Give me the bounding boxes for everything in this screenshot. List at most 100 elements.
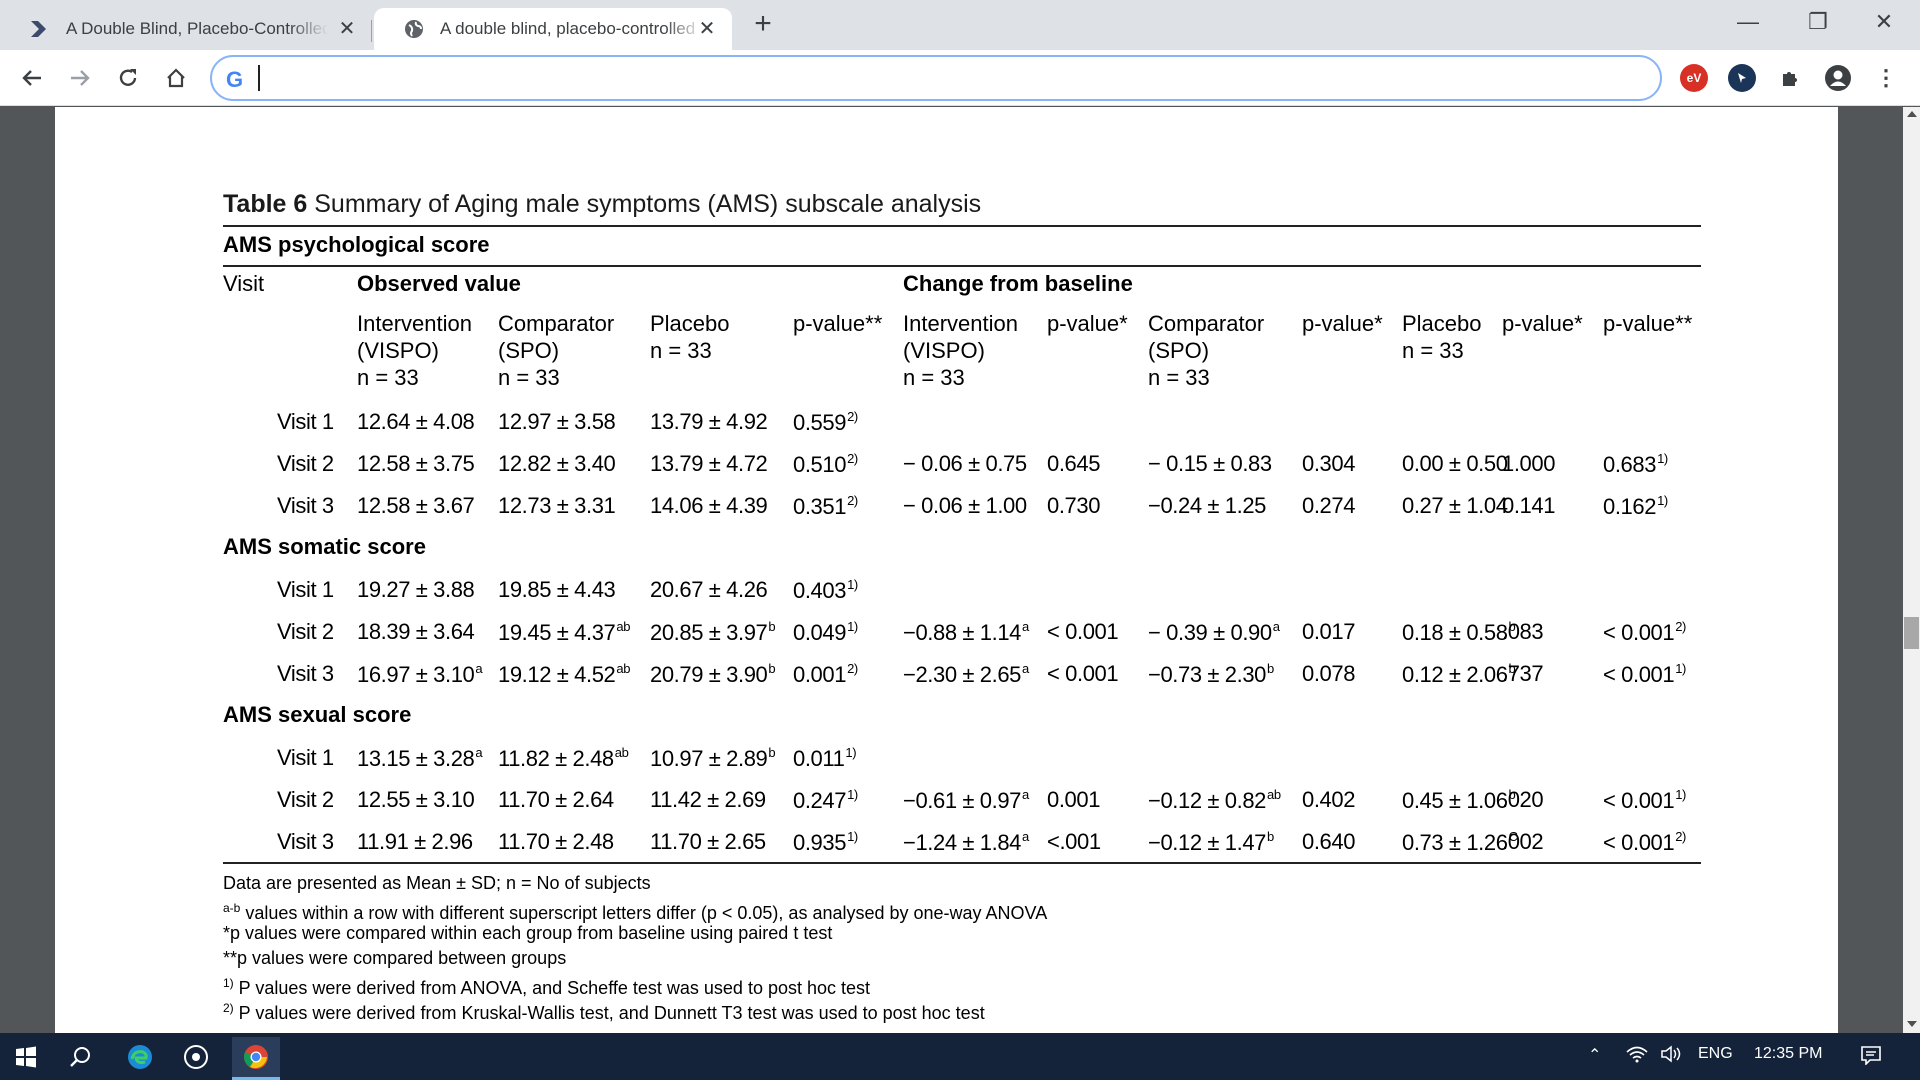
globe-icon [402,17,426,41]
close-window-button[interactable]: ✕ [1862,6,1906,38]
pdf-viewer[interactable]: Table 6 Summary of Aging male symptoms (… [0,107,1920,1033]
cell-value: − 0.39 ± 0.90 [1148,620,1272,645]
cell-superscript: 1) [847,787,858,802]
edge-icon[interactable] [116,1037,164,1077]
table-cell: < 0.0012) [1603,619,1686,646]
cell-value: 0.683 [1603,452,1657,477]
cell-superscript: 1) [1675,661,1686,676]
footnote-text: *p values were compared within each grou… [223,923,833,943]
table-title: Table 6 Summary of Aging male symptoms (… [223,190,981,219]
extension-ev-icon[interactable]: eV [1680,64,1708,92]
cell-value: 19.45 ± 4.37 [498,620,616,645]
menu-kebab-icon[interactable]: ⋮ [1872,64,1900,92]
table-cell: 12.82 ± 3.40 [498,451,616,477]
cell-value: −2.30 ± 2.65 [903,662,1021,687]
restore-button[interactable]: ❐ [1796,6,1840,38]
cell-value: 0.640 [1302,829,1356,854]
new-tab-button[interactable]: + [748,9,778,40]
table-cell: 0.645 [1047,451,1100,477]
table-cell: 0.304 [1302,451,1355,477]
table-cell: < 0.0011) [1603,661,1686,688]
table-cell: − 0.15 ± 0.83 [1148,451,1272,477]
extension-cursor-icon[interactable] [1728,64,1756,92]
vertical-scrollbar[interactable] [1903,107,1920,1033]
cell-superscript: a [1272,619,1280,634]
clock[interactable]: 12:35 PM [1754,1045,1822,1063]
chevron-up-icon[interactable]: ⌃ [1588,1045,1601,1065]
visit-label: Visit 2 [277,451,334,477]
cell-value: 11.91 ± 2.96 [357,829,473,854]
table-number: Table 6 [223,190,308,218]
cell-superscript: 1) [1657,451,1668,466]
cell-superscript: 2) [847,451,858,466]
chrome-icon[interactable] [232,1037,280,1077]
cell-value: 0.18 ± 0.58 [1402,620,1508,645]
profile-avatar-icon[interactable] [1824,64,1852,92]
cell-value: 10.97 ± 2.89 [650,746,768,771]
cell-value: −0.24 ± 1.25 [1148,493,1266,518]
language-indicator[interactable]: ENG [1698,1045,1733,1063]
cell-value: .737 [1502,661,1544,686]
search-icon[interactable] [56,1037,104,1077]
cell-superscript: 1) [847,577,858,592]
volume-icon[interactable] [1660,1045,1684,1068]
cell-superscript: b [1266,829,1274,844]
cell-value: .083 [1502,619,1544,644]
cell-value: < 0.001 [1603,830,1675,855]
footnote-text: **p values were compared between groups [223,948,567,968]
pdf-viewer-icon [28,17,52,41]
table-cell: −0.24 ± 1.25 [1148,493,1266,519]
back-button[interactable] [14,60,50,96]
cell-superscript: 1) [847,619,858,634]
table-cell: 0.0111) [793,745,857,772]
notification-icon[interactable] [1860,1045,1882,1070]
home-icon [167,68,185,88]
scroll-up-icon[interactable] [1907,111,1917,117]
cell-superscript: a [1021,787,1029,802]
column-header: p-value** [793,311,883,336]
footnote-text: P values were derived from Kruskal-Walli… [233,1003,985,1023]
tab-pdf[interactable]: A Double Blind, Placebo-Controlled ✕ [0,8,372,50]
forward-button[interactable] [62,60,98,96]
cell-value: − 0.06 ± 1.00 [903,493,1027,518]
table-cell: 14.06 ± 4.39 [650,493,768,519]
header-visit: Visit [223,271,265,296]
table-cell: .020 [1502,787,1544,813]
cell-value: −0.12 ± 1.47 [1148,830,1266,855]
home-button[interactable] [158,60,194,96]
minimize-button[interactable]: — [1726,6,1770,38]
table-cell: −1.24 ± 1.84a [903,829,1029,856]
cell-value: − 0.15 ± 0.83 [1148,451,1272,476]
visit-label: Visit 3 [277,829,334,855]
table-cell: 12.97 ± 3.58 [498,409,616,435]
cell-value: 0.27 ± 1.04 [1402,493,1508,518]
cell-value: <.001 [1047,829,1101,854]
table-cell: −0.61 ± 0.97a [903,787,1029,814]
cell-superscript: a [475,661,483,676]
table-cell: .002 [1502,829,1544,855]
table-rule [223,265,1701,267]
table-cell: 0.001 [1047,787,1100,813]
table-cell: 20.67 ± 4.26 [650,577,768,603]
extensions-puzzle-icon[interactable] [1776,64,1804,92]
reload-button[interactable] [110,60,146,96]
address-input[interactable] [258,65,1638,91]
cell-value: 0.001 [793,662,847,687]
windows-start-icon[interactable] [2,1037,50,1077]
cell-value: −0.73 ± 2.30 [1148,662,1266,687]
footnote-text: values within a row with different super… [240,903,1048,923]
footnote-marker: 1) [223,976,234,990]
address-bar[interactable]: G [210,55,1662,101]
cell-value: 0.141 [1502,493,1556,518]
scroll-down-icon[interactable] [1907,1021,1917,1027]
tab-close-icon[interactable]: ✕ [336,18,358,40]
scroll-thumb[interactable] [1904,617,1919,649]
wifi-icon[interactable] [1626,1045,1648,1068]
tab-close-icon[interactable]: ✕ [696,18,718,40]
section-header: AMS somatic score [223,534,426,559]
cell-value: Visit 3 [277,493,334,518]
cell-value: 12.82 ± 3.40 [498,451,616,476]
cell-value: 0.402 [1302,787,1356,812]
media-player-icon[interactable] [172,1037,220,1077]
tab-active[interactable]: A double blind, placebo-controlled ✕ [374,8,732,50]
